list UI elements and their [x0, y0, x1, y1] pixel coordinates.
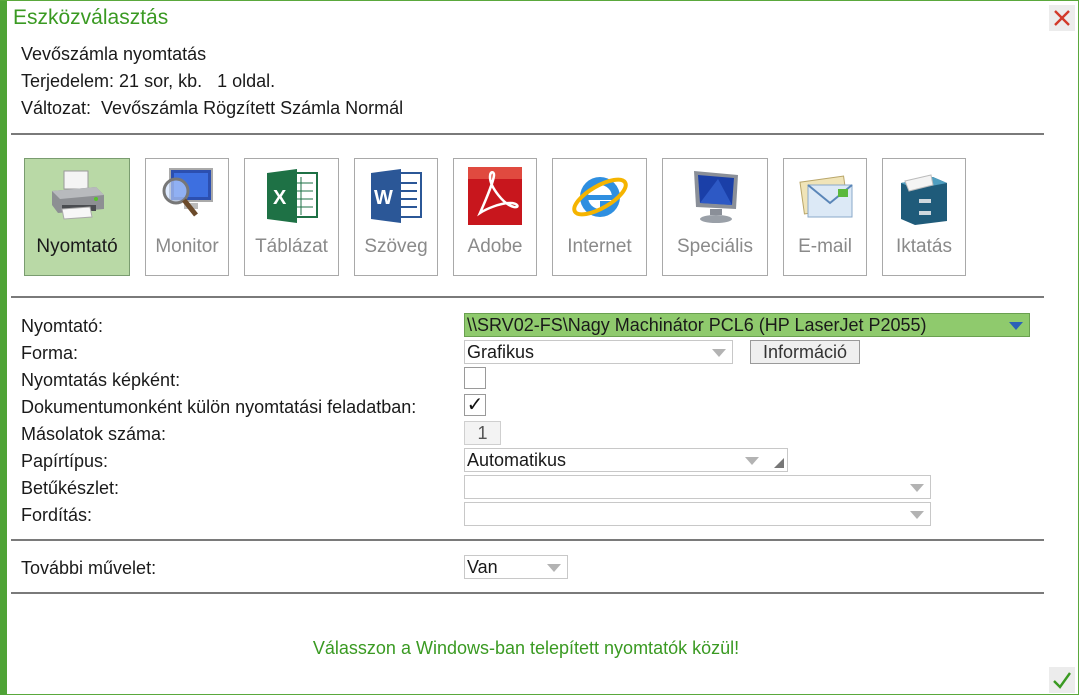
- charset-label: Betűkészlet:: [21, 478, 120, 498]
- adobe-icon: [468, 167, 522, 225]
- tool-label: Monitor: [155, 236, 219, 257]
- tool-filing-button[interactable]: Iktatás: [882, 158, 966, 276]
- forma-label: Forma:: [21, 343, 79, 363]
- divider: [11, 539, 1044, 541]
- image-print-checkbox[interactable]: [464, 367, 486, 389]
- chevron-down-icon: [910, 484, 924, 492]
- checkmark-icon: ✓: [466, 394, 484, 416]
- dialog-title: Eszközválasztás: [13, 6, 169, 29]
- image-print-label: Nyomtatás képként:: [21, 370, 181, 390]
- info-button[interactable]: Információ: [750, 340, 860, 364]
- printer-icon: [52, 170, 104, 220]
- paper-type-label: Papírtípus:: [21, 451, 109, 471]
- further-action-label: További művelet:: [21, 558, 157, 578]
- tool-text-button[interactable]: W Szöveg: [354, 158, 438, 276]
- chevron-down-icon: [1009, 322, 1023, 330]
- document-extent: Terjedelem: 21 sor, kb. 1 oldal.: [21, 71, 276, 91]
- svg-text:X: X: [273, 187, 287, 209]
- per-document-checkbox[interactable]: ✓: [464, 394, 486, 416]
- document-name: Vevőszámla nyomtatás: [21, 44, 207, 64]
- rotation-select[interactable]: [464, 502, 931, 526]
- email-icon: [799, 175, 853, 218]
- further-action-value: Van: [467, 557, 498, 577]
- close-icon: [1054, 10, 1070, 26]
- rotation-label: Fordítás:: [21, 505, 93, 525]
- close-button[interactable]: [1049, 5, 1075, 31]
- printer-select-value: \\SRV02-FS\Nagy Machinátor PCL6 (HP Lase…: [467, 315, 927, 335]
- divider: [11, 133, 1044, 135]
- tool-label: Adobe: [467, 236, 523, 257]
- per-document-label: Dokumentumonként külön nyomtatási felada…: [21, 397, 417, 417]
- further-action-select[interactable]: Van: [464, 555, 568, 579]
- tool-email-button[interactable]: E-mail: [783, 158, 867, 276]
- forma-select-value: Grafikus: [467, 342, 535, 362]
- excel-icon: X: [266, 169, 318, 223]
- printer-select[interactable]: \\SRV02-FS\Nagy Machinátor PCL6 (HP Lase…: [464, 313, 1030, 337]
- tool-spreadsheet-button[interactable]: X Táblázat: [244, 158, 339, 276]
- tool-printer-button[interactable]: Nyomtató: [24, 158, 130, 276]
- tool-adobe-button[interactable]: Adobe: [453, 158, 537, 276]
- chevron-down-icon: [547, 564, 561, 572]
- monitor-search-icon: [162, 168, 213, 217]
- tool-label: E-mail: [798, 236, 852, 257]
- tool-label: Nyomtató: [36, 236, 118, 257]
- word-icon: W: [371, 169, 422, 223]
- tool-special-button[interactable]: Speciális: [662, 158, 768, 276]
- forma-select[interactable]: Grafikus: [464, 340, 733, 364]
- paper-type-value: Automatikus: [467, 450, 567, 470]
- tool-label: Szöveg: [364, 236, 428, 257]
- hint-message: Válasszon a Windows-ban telepített nyomt…: [312, 638, 740, 658]
- special-monitor-icon: [694, 171, 738, 223]
- tool-monitor-button[interactable]: Monitor: [145, 158, 229, 276]
- resize-grip-icon[interactable]: [774, 458, 784, 468]
- chevron-down-icon: [910, 511, 924, 519]
- tool-label: Táblázat: [255, 236, 328, 257]
- charset-select[interactable]: [464, 475, 931, 499]
- paper-type-select[interactable]: Automatikus: [464, 448, 788, 472]
- tool-label: Internet: [567, 236, 632, 257]
- divider: [11, 296, 1044, 298]
- copies-label: Másolatok száma:: [21, 424, 167, 444]
- checkmark-icon: [1053, 672, 1071, 689]
- copies-input[interactable]: 1: [464, 421, 501, 445]
- printer-label: Nyomtató:: [21, 316, 104, 336]
- chevron-down-icon: [712, 349, 726, 357]
- ok-button[interactable]: [1049, 667, 1075, 693]
- chevron-down-icon: [745, 457, 759, 465]
- device-selector-dialog: Eszközválasztás Vevőszámla nyomtatás Ter…: [0, 0, 1079, 695]
- tool-label: Iktatás: [896, 236, 952, 257]
- document-variant: Változat: Vevőszámla Rögzített Számla No…: [21, 98, 404, 118]
- tool-label: Speciális: [676, 236, 754, 257]
- filing-cabinet-icon: [901, 174, 947, 225]
- divider: [11, 592, 1044, 594]
- internet-explorer-icon: [571, 177, 628, 217]
- svg-text:W: W: [374, 187, 393, 209]
- accent-bar: [0, 1, 7, 695]
- tool-internet-button[interactable]: Internet: [552, 158, 647, 276]
